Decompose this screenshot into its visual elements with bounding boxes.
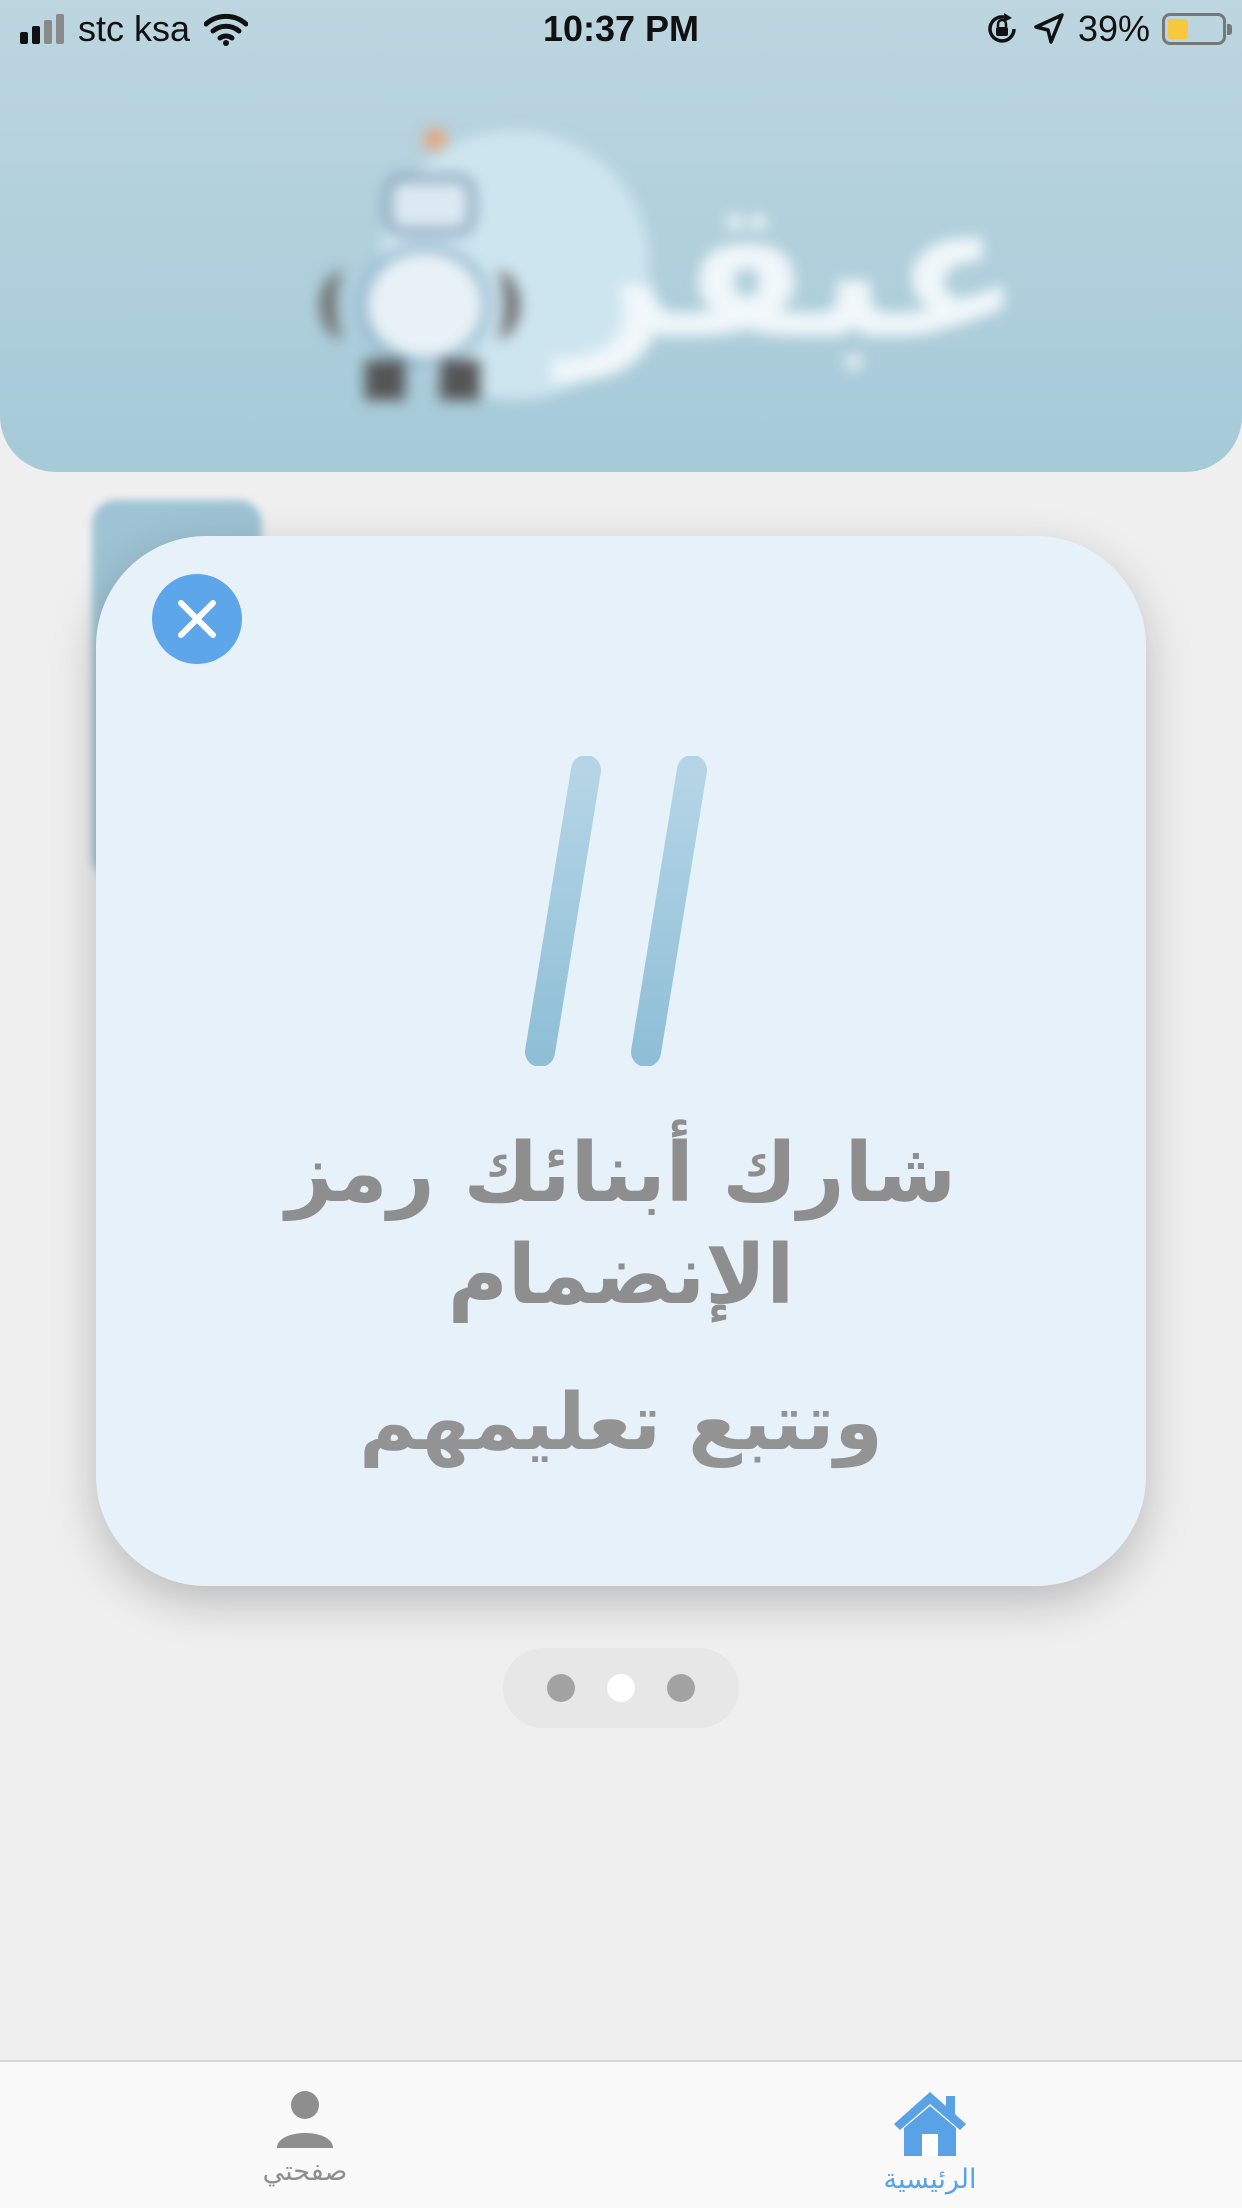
page-dot[interactable] bbox=[547, 1674, 575, 1702]
location-arrow-icon bbox=[1034, 13, 1064, 44]
robot-arm-left bbox=[320, 270, 370, 340]
orientation-lock-icon bbox=[988, 13, 1016, 43]
tab-bar: صفحتي الرئيسية bbox=[0, 2060, 1242, 2208]
robot-foot-right bbox=[440, 360, 480, 400]
person-icon bbox=[277, 2091, 333, 2148]
status-bar: stc ksa 10:37 PM 39% bbox=[0, 0, 1242, 62]
hashtag-icon bbox=[466, 756, 776, 1066]
robot-foot-left bbox=[365, 360, 405, 400]
page-dot-active[interactable] bbox=[607, 1674, 635, 1702]
modal-title-line2: الإنضمام bbox=[447, 1228, 795, 1323]
tab-my-page[interactable]: صفحتي bbox=[205, 2088, 405, 2187]
status-right: 39% bbox=[984, 8, 1232, 50]
home-icon bbox=[894, 2092, 966, 2156]
screen: عبقر stc ksa 10:37 PM 39% شارك أبنائك رم… bbox=[0, 0, 1242, 2208]
battery-fill bbox=[1168, 19, 1188, 39]
join-code-modal: شارك أبنائك رمز الإنضمام وتتبع تعليمهم bbox=[96, 536, 1146, 1586]
tab-label-home: الرئيسية bbox=[883, 2164, 977, 2195]
tab-home[interactable]: الرئيسية bbox=[830, 2088, 1030, 2195]
robot-antenna bbox=[424, 128, 446, 150]
robot-head bbox=[385, 175, 475, 235]
battery-icon bbox=[1162, 13, 1232, 45]
page-dot[interactable] bbox=[667, 1674, 695, 1702]
close-button[interactable] bbox=[152, 574, 242, 664]
header-banner: عبقر bbox=[0, 0, 1242, 472]
close-icon bbox=[178, 600, 216, 638]
header-blur: عبقر bbox=[0, 0, 1242, 472]
app-logo-text: عبقر bbox=[560, 160, 1023, 381]
modal-title-line1: شارك أبنائك رمز bbox=[285, 1126, 957, 1221]
battery-percent: 39% bbox=[1077, 8, 1150, 49]
page-indicator[interactable] bbox=[503, 1648, 739, 1728]
robot-arm-right bbox=[470, 270, 520, 340]
modal-subtitle: وتتبع تعليمهم bbox=[359, 1378, 883, 1468]
tab-label-my-page: صفحتي bbox=[262, 2156, 348, 2187]
